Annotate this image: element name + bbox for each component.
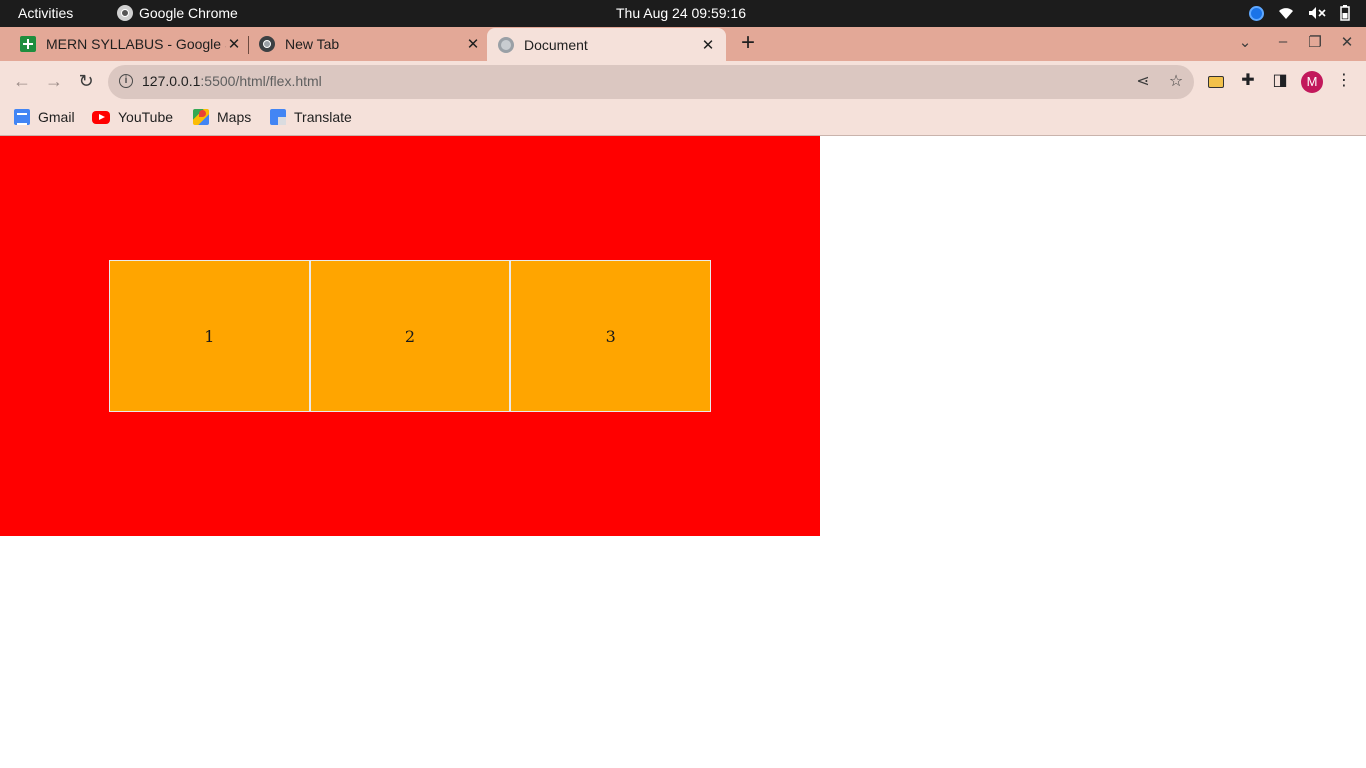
bookmark-youtube[interactable]: YouTube [92,109,173,125]
maps-icon [193,109,209,125]
tab-title: Document [524,36,588,53]
window-close-icon[interactable]: ✕ [1337,33,1357,51]
bookmark-translate[interactable]: Translate [270,109,352,125]
close-icon[interactable]: ✕ [700,36,716,54]
tab-search-chevron-icon[interactable]: ⌄ [1235,33,1255,51]
tab-new-tab[interactable]: New Tab ✕ [259,27,481,61]
bookmark-label: Gmail [38,109,75,125]
gmail-icon [14,109,30,125]
address-bar[interactable]: i 127.0.0.1:5500/html/flex.html ⋖ ☆ [108,65,1194,99]
volume-muted-icon[interactable] [1308,6,1326,20]
battery-icon[interactable] [1340,5,1350,21]
url-path: :5500/html/flex.html [200,73,322,89]
chrome-icon [259,36,275,52]
bookmark-label: Translate [294,109,352,125]
close-icon[interactable]: ✕ [226,35,242,53]
tab-mern-syllabus[interactable]: MERN SYLLABUS - Google Sheets ✕ [20,27,242,61]
forward-arrow-icon[interactable]: → [42,69,66,93]
bookmark-star-icon[interactable]: ☆ [1166,72,1186,92]
site-info-icon[interactable]: i [119,74,133,88]
profile-avatar[interactable]: M [1301,71,1323,93]
youtube-icon [92,110,110,124]
globe-icon [498,36,514,53]
browser-toolbar: ← → ↻ i 127.0.0.1:5500/html/flex.html ⋖ … [0,61,1366,102]
bookmarks-bar: Gmail YouTube Maps Translate [0,102,1366,136]
translate-icon [270,109,286,125]
system-top-bar: Activities Google Chrome Thu Aug 24 09:5… [0,0,1366,27]
more-menu-icon[interactable]: ⋮ [1333,70,1355,92]
extensions-puzzle-icon[interactable]: ✚ [1237,70,1259,92]
tab-title: MERN SYLLABUS - Google Sheets [46,36,226,52]
activities-button[interactable]: Activities [18,5,73,21]
clock[interactable]: Thu Aug 24 09:59:16 [616,5,746,21]
tab-strip: MERN SYLLABUS - Google Sheets ✕ New Tab … [0,27,1366,61]
bookmark-label: YouTube [118,109,174,125]
app-name: Google Chrome [139,5,238,21]
sheets-icon [20,36,36,52]
page-viewport: 1 2 3 [0,136,1366,768]
back-arrow-icon[interactable]: ← [10,69,34,93]
share-icon[interactable]: ⋖ [1133,72,1153,92]
side-panel-icon[interactable]: ◨ [1269,70,1291,92]
close-icon[interactable]: ✕ [465,35,481,53]
tab-separator [248,36,249,54]
extension-folder-icon[interactable] [1208,76,1224,88]
flex-row: 1 2 3 [109,260,712,412]
bookmark-maps[interactable]: Maps [193,109,251,125]
bookmark-gmail[interactable]: Gmail [14,109,75,125]
url-host: 127.0.0.1 [142,73,201,89]
app-menu[interactable]: Google Chrome [117,5,238,21]
tab-document[interactable]: Document ✕ [487,28,726,61]
chrome-icon [117,5,133,21]
system-tray[interactable] [1249,5,1350,21]
flex-item-1: 1 [109,260,310,412]
bookmark-label: Maps [217,109,252,125]
flex-item-3: 3 [510,260,712,412]
flex-container: 1 2 3 [0,136,820,536]
flex-item-2: 2 [309,260,511,412]
new-tab-button[interactable]: + [737,31,759,57]
tab-title: New Tab [285,36,340,52]
vpn-icon[interactable] [1249,5,1264,21]
wifi-icon[interactable] [1278,6,1294,20]
minimize-icon[interactable]: – [1273,33,1293,50]
restore-icon[interactable]: ❐ [1305,33,1325,51]
reload-icon[interactable]: ↻ [74,69,98,93]
url-text[interactable]: 127.0.0.1:5500/html/flex.html [142,73,322,89]
